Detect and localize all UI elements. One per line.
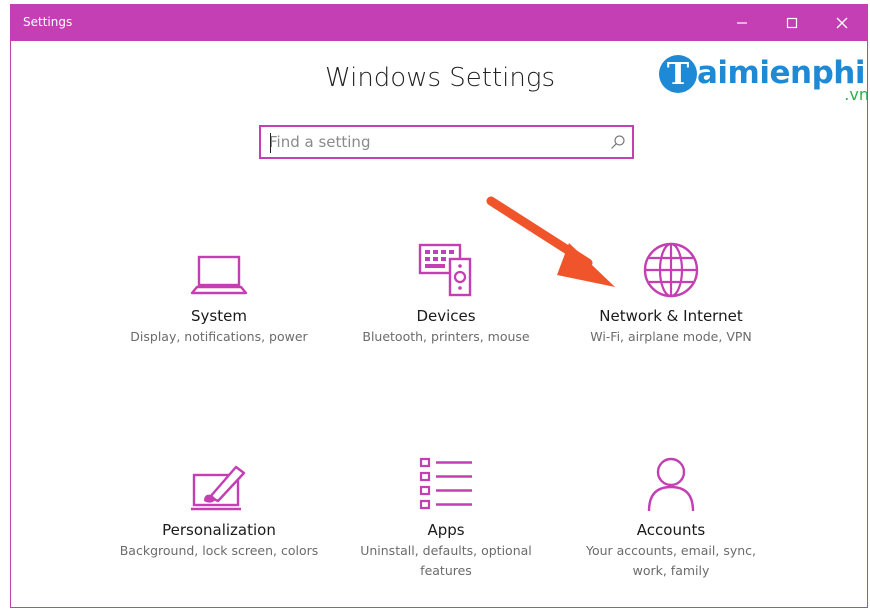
person-icon — [647, 457, 695, 512]
tile-description: Wi-Fi, airplane mode, VPN — [590, 329, 752, 344]
tile-description: Display, notifications, power — [130, 329, 308, 344]
title-bar[interactable]: Settings — [11, 5, 867, 41]
window-title: Settings — [23, 15, 73, 29]
tile-description: Uninstall, defaults, optional features — [360, 543, 532, 578]
tile-name: Network & Internet — [599, 307, 743, 325]
tile-network-internet[interactable]: Network & Internet Wi-Fi, airplane mode,… — [561, 237, 781, 347]
tile-name: System — [191, 307, 247, 325]
close-button[interactable] — [817, 5, 867, 41]
taimienphi-watermark: T aimienphi .vn — [659, 51, 868, 111]
watermark-logo: T — [659, 55, 697, 93]
search-icon[interactable] — [610, 134, 626, 150]
tile-name: Apps — [427, 521, 465, 539]
settings-window: Settings Windows Settings T aimienphi .v… — [10, 4, 868, 608]
tile-description: Background, lock screen, colors — [119, 543, 319, 558]
minimize-button[interactable] — [717, 5, 767, 41]
minimize-icon — [737, 22, 747, 24]
laptop-icon — [190, 255, 248, 295]
maximize-button[interactable] — [767, 5, 817, 41]
tile-personalization[interactable]: Personalization Background, lock screen,… — [109, 451, 329, 561]
tile-accounts[interactable]: Accounts Your accounts, email, sync, wor… — [561, 451, 781, 581]
text-caret — [270, 133, 271, 153]
paint-icon — [191, 465, 246, 511]
watermark-suffix: .vn — [844, 85, 868, 104]
watermark-brand: aimienphi — [697, 55, 865, 91]
search-input[interactable] — [269, 131, 599, 153]
apps-list-icon — [419, 457, 472, 510]
tile-name: Devices — [416, 307, 476, 325]
globe-icon — [643, 242, 699, 298]
tile-apps[interactable]: Apps Uninstall, defaults, optional featu… — [336, 451, 556, 581]
tile-description: Your accounts, email, sync, work, family — [585, 543, 756, 578]
tile-devices[interactable]: Devices Bluetooth, printers, mouse — [336, 237, 556, 347]
close-icon — [836, 17, 848, 29]
tile-name: Accounts — [636, 521, 706, 539]
tile-system[interactable]: System Display, notifications, power — [109, 237, 329, 347]
maximize-icon — [786, 17, 798, 29]
tile-name: Personalization — [162, 521, 276, 539]
tile-description: Bluetooth, printers, mouse — [362, 329, 530, 344]
search-box[interactable] — [259, 125, 634, 159]
devices-icon — [418, 243, 472, 297]
